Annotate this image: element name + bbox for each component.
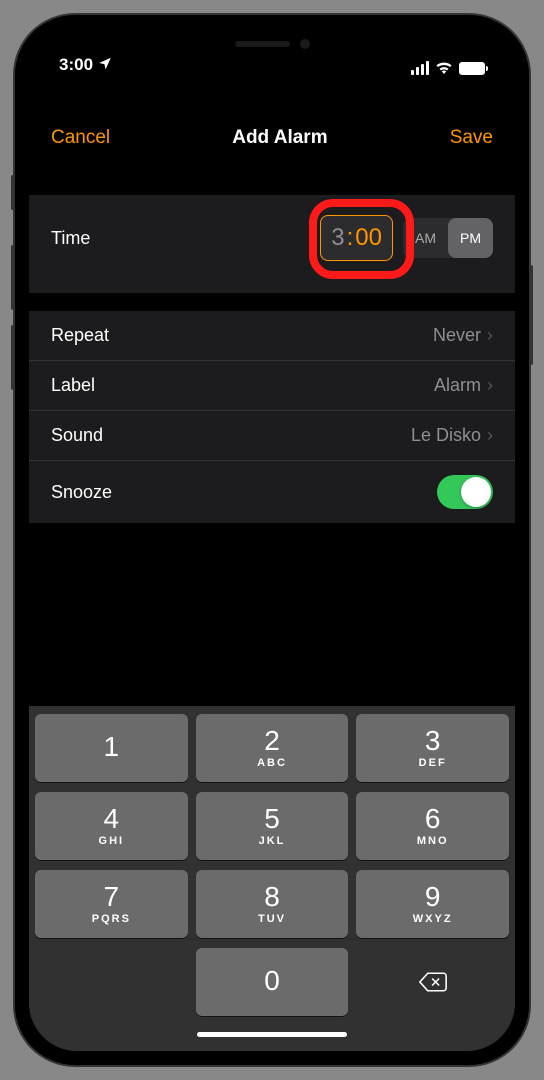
key-8[interactable]: 8TUV (196, 870, 349, 938)
time-input[interactable]: 3 : 00 (320, 215, 393, 261)
key-1[interactable]: 1 (35, 714, 188, 782)
snooze-row: Snooze (29, 461, 515, 523)
cancel-button[interactable]: Cancel (51, 127, 110, 149)
repeat-row[interactable]: Repeat Never › (29, 311, 515, 361)
status-time: 3:00 (59, 55, 93, 75)
front-camera (300, 39, 310, 49)
repeat-label: Repeat (51, 325, 109, 346)
time-hour[interactable]: 3 (331, 224, 344, 252)
am-button[interactable]: AM (403, 218, 448, 258)
key-4[interactable]: 4GHI (35, 792, 188, 860)
repeat-value: Never (433, 325, 481, 346)
key-2[interactable]: 2ABC (196, 714, 349, 782)
time-input-wrap[interactable]: 3 : 00 (320, 215, 393, 261)
key-delete[interactable] (356, 948, 509, 1016)
settings-list: Repeat Never › Label Alarm › Sound Le Di… (29, 311, 515, 523)
chevron-right-icon: › (487, 325, 493, 346)
numeric-keyboard: 1 2ABC 3DEF 4GHI 5JKL 6MNO 7PQRS 8TUV 9W… (29, 706, 515, 1051)
sound-label: Sound (51, 425, 103, 446)
save-button[interactable]: Save (450, 127, 493, 149)
key-6[interactable]: 6MNO (356, 792, 509, 860)
key-0[interactable]: 0 (196, 948, 349, 1016)
key-9[interactable]: 9WXYZ (356, 870, 509, 938)
label-value: Alarm (434, 375, 481, 396)
location-icon (98, 56, 112, 74)
label-label: Label (51, 375, 95, 396)
label-row[interactable]: Label Alarm › (29, 361, 515, 411)
notch (167, 29, 377, 59)
key-3[interactable]: 3DEF (356, 714, 509, 782)
time-minute[interactable]: 00 (355, 224, 382, 252)
sound-value: Le Disko (411, 425, 481, 446)
chevron-right-icon: › (487, 425, 493, 446)
key-7[interactable]: 7PQRS (35, 870, 188, 938)
cellular-signal-icon (411, 61, 429, 75)
sound-row[interactable]: Sound Le Disko › (29, 411, 515, 461)
ampm-toggle[interactable]: AM PM (403, 218, 493, 258)
snooze-toggle[interactable] (437, 475, 493, 509)
toggle-knob (461, 477, 491, 507)
backspace-icon (419, 972, 447, 992)
chevron-right-icon: › (487, 375, 493, 396)
time-section: Time 3 : 00 AM PM (29, 195, 515, 293)
key-5[interactable]: 5JKL (196, 792, 349, 860)
screen: 3:00 Cancel Add Alarm Save Time (29, 29, 515, 1051)
volume-down (11, 325, 15, 390)
phone-frame: 3:00 Cancel Add Alarm Save Time (15, 15, 529, 1065)
snooze-label: Snooze (51, 482, 112, 503)
pm-button[interactable]: PM (448, 218, 493, 258)
power-button (529, 265, 533, 365)
mute-switch (11, 175, 15, 210)
time-colon: : (347, 224, 354, 252)
home-indicator[interactable] (197, 1032, 347, 1037)
speaker-grille (235, 41, 290, 47)
time-label: Time (51, 228, 90, 249)
wifi-icon (435, 61, 453, 75)
battery-icon (459, 62, 485, 75)
nav-bar: Cancel Add Alarm Save (29, 87, 515, 189)
volume-up (11, 245, 15, 310)
key-blank (35, 948, 188, 1016)
page-title: Add Alarm (232, 127, 327, 149)
